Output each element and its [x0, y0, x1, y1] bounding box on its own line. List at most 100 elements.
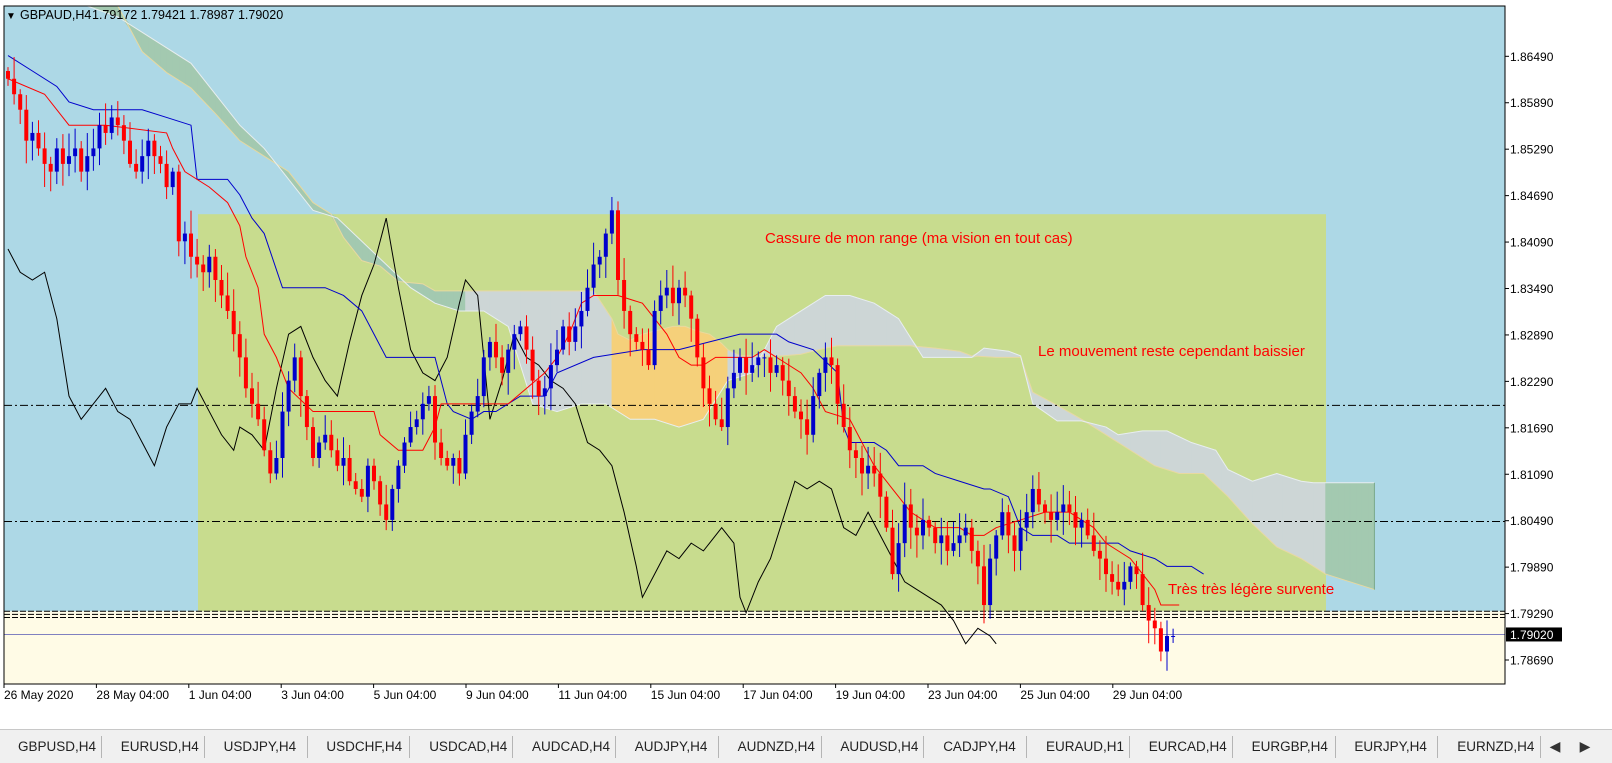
ichimoku-cloud-segment: [684, 325, 692, 426]
ichimoku-cloud-segment: [794, 310, 802, 356]
candle-body: [713, 403, 718, 420]
x-tick-label: 19 Jun 04:00: [836, 688, 906, 702]
ichimoku-cloud-segment: [1355, 482, 1363, 587]
x-tick-label: 11 Jun 04:00: [558, 688, 627, 702]
candle-body: [744, 357, 749, 373]
ichimoku-cloud-segment: [928, 347, 936, 358]
candle-body: [451, 458, 456, 466]
candle-body: [573, 326, 578, 342]
candle-body: [786, 380, 791, 397]
ichimoku-cloud-segment: [1154, 430, 1162, 469]
candle-body: [738, 357, 742, 373]
candle-body: [853, 450, 858, 458]
symbol-tab[interactable]: EURCAD,H4: [1131, 736, 1233, 758]
candle-body: [646, 349, 651, 366]
candle-body: [1036, 488, 1041, 505]
candle-body: [878, 473, 883, 497]
ichimoku-cloud-segment: [867, 300, 875, 347]
candle-body: [225, 295, 230, 311]
candle-body: [121, 125, 126, 141]
candle-body: [262, 419, 267, 451]
candle-body: [536, 380, 541, 397]
ichimoku-cloud-segment: [886, 310, 893, 347]
x-tick-label: 1 Jun 04:00: [189, 688, 252, 702]
candle-body: [597, 256, 602, 265]
candle-body: [152, 140, 157, 157]
candle-body: [792, 396, 797, 412]
candle-body: [189, 233, 193, 257]
scroll-right-icon[interactable]: ▶: [1570, 734, 1600, 758]
candle-body: [591, 264, 596, 288]
ichimoku-cloud-segment: [1361, 482, 1369, 589]
ichimoku-cloud-segment: [184, 58, 192, 89]
ichimoku-cloud-segment: [776, 322, 784, 357]
ichimoku-cloud-segment: [812, 298, 820, 352]
candle-body: [670, 287, 675, 304]
candle-body: [1158, 628, 1163, 652]
candle-body: [1110, 574, 1115, 582]
ichimoku-cloud-segment: [861, 298, 869, 347]
symbol-tab[interactable]: USDJPY,H4: [206, 736, 308, 758]
chart-annotation: Très très légère survente: [1168, 581, 1334, 598]
ichimoku-cloud-segment: [1368, 482, 1375, 590]
symbol-tab[interactable]: USDCAD,H4: [411, 736, 514, 758]
candle-body: [67, 156, 71, 164]
candle-body: [128, 140, 132, 164]
symbol-tab[interactable]: EURGBP,H4: [1234, 736, 1336, 758]
candle-body: [951, 543, 956, 551]
candle-body: [664, 287, 669, 296]
candle-body: [18, 94, 23, 110]
ichimoku-cloud-segment: [940, 348, 948, 358]
candle-body: [555, 349, 559, 366]
candle-body: [561, 326, 566, 350]
candle-body: [146, 140, 151, 157]
symbol-tab[interactable]: GBPUSD,H4: [0, 736, 102, 758]
y-tick-label: 1.78690: [1510, 654, 1554, 668]
candle-body: [304, 396, 309, 428]
ichimoku-cloud-segment: [1294, 478, 1302, 560]
candle-body: [762, 357, 767, 359]
scroll-left-icon[interactable]: ◀: [1540, 734, 1570, 758]
candle-body: [243, 357, 248, 389]
candle-body: [91, 148, 96, 157]
ichimoku-cloud-segment: [605, 308, 613, 409]
symbol-tab[interactable]: USDCHF,H4: [308, 736, 411, 758]
candle-body: [542, 388, 547, 397]
candle-body: [182, 233, 187, 242]
candle-body: [1085, 519, 1090, 536]
price-chart[interactable]: Cassure de mon range (ma vision en tout …: [0, 0, 1612, 729]
candle-body: [780, 365, 785, 381]
ichimoku-cloud-segment: [873, 302, 881, 347]
ichimoku-cloud-segment: [788, 314, 796, 356]
ichimoku-cloud-segment: [1337, 482, 1345, 581]
symbol-tab[interactable]: EURUSD,H4: [103, 736, 205, 758]
candle-body: [530, 349, 535, 381]
ichimoku-cloud-segment: [1325, 482, 1332, 577]
candle-body: [524, 326, 529, 350]
symbol-tab[interactable]: EURAUD,H1: [1028, 736, 1130, 758]
ichimoku-cloud-segment: [879, 306, 887, 347]
candle-body: [60, 148, 65, 164]
candle-body: [42, 148, 47, 164]
candle-body: [1116, 581, 1121, 590]
candle-body: [97, 125, 102, 149]
candle-body: [634, 334, 639, 342]
candle-body: [994, 535, 999, 559]
symbol-tab[interactable]: AUDCAD,H4: [514, 736, 616, 758]
ichimoku-cloud-segment: [1343, 482, 1351, 583]
symbol-tab[interactable]: AUDNZD,H4: [720, 736, 822, 758]
symbol-tab[interactable]: EURJPY,H4: [1336, 736, 1439, 758]
candle-body: [384, 504, 389, 520]
symbol-tab[interactable]: AUDUSD,H4: [822, 736, 925, 758]
candle-body: [408, 427, 413, 443]
x-tick-label: 15 Jun 04:00: [651, 688, 721, 702]
symbol-tab[interactable]: EURNZD,H4: [1439, 736, 1542, 758]
candle-body: [54, 148, 59, 172]
symbol-tab[interactable]: CADJPY,H4: [925, 736, 1028, 758]
chart-annotation: Le mouvement reste cependant baissier: [1038, 343, 1305, 360]
x-tick-label: 28 May 04:00: [96, 688, 169, 702]
symbol-tab[interactable]: AUDJPY,H4: [617, 736, 719, 758]
candle-body: [414, 419, 419, 428]
candle-body: [207, 256, 212, 273]
candle-body: [628, 310, 633, 335]
